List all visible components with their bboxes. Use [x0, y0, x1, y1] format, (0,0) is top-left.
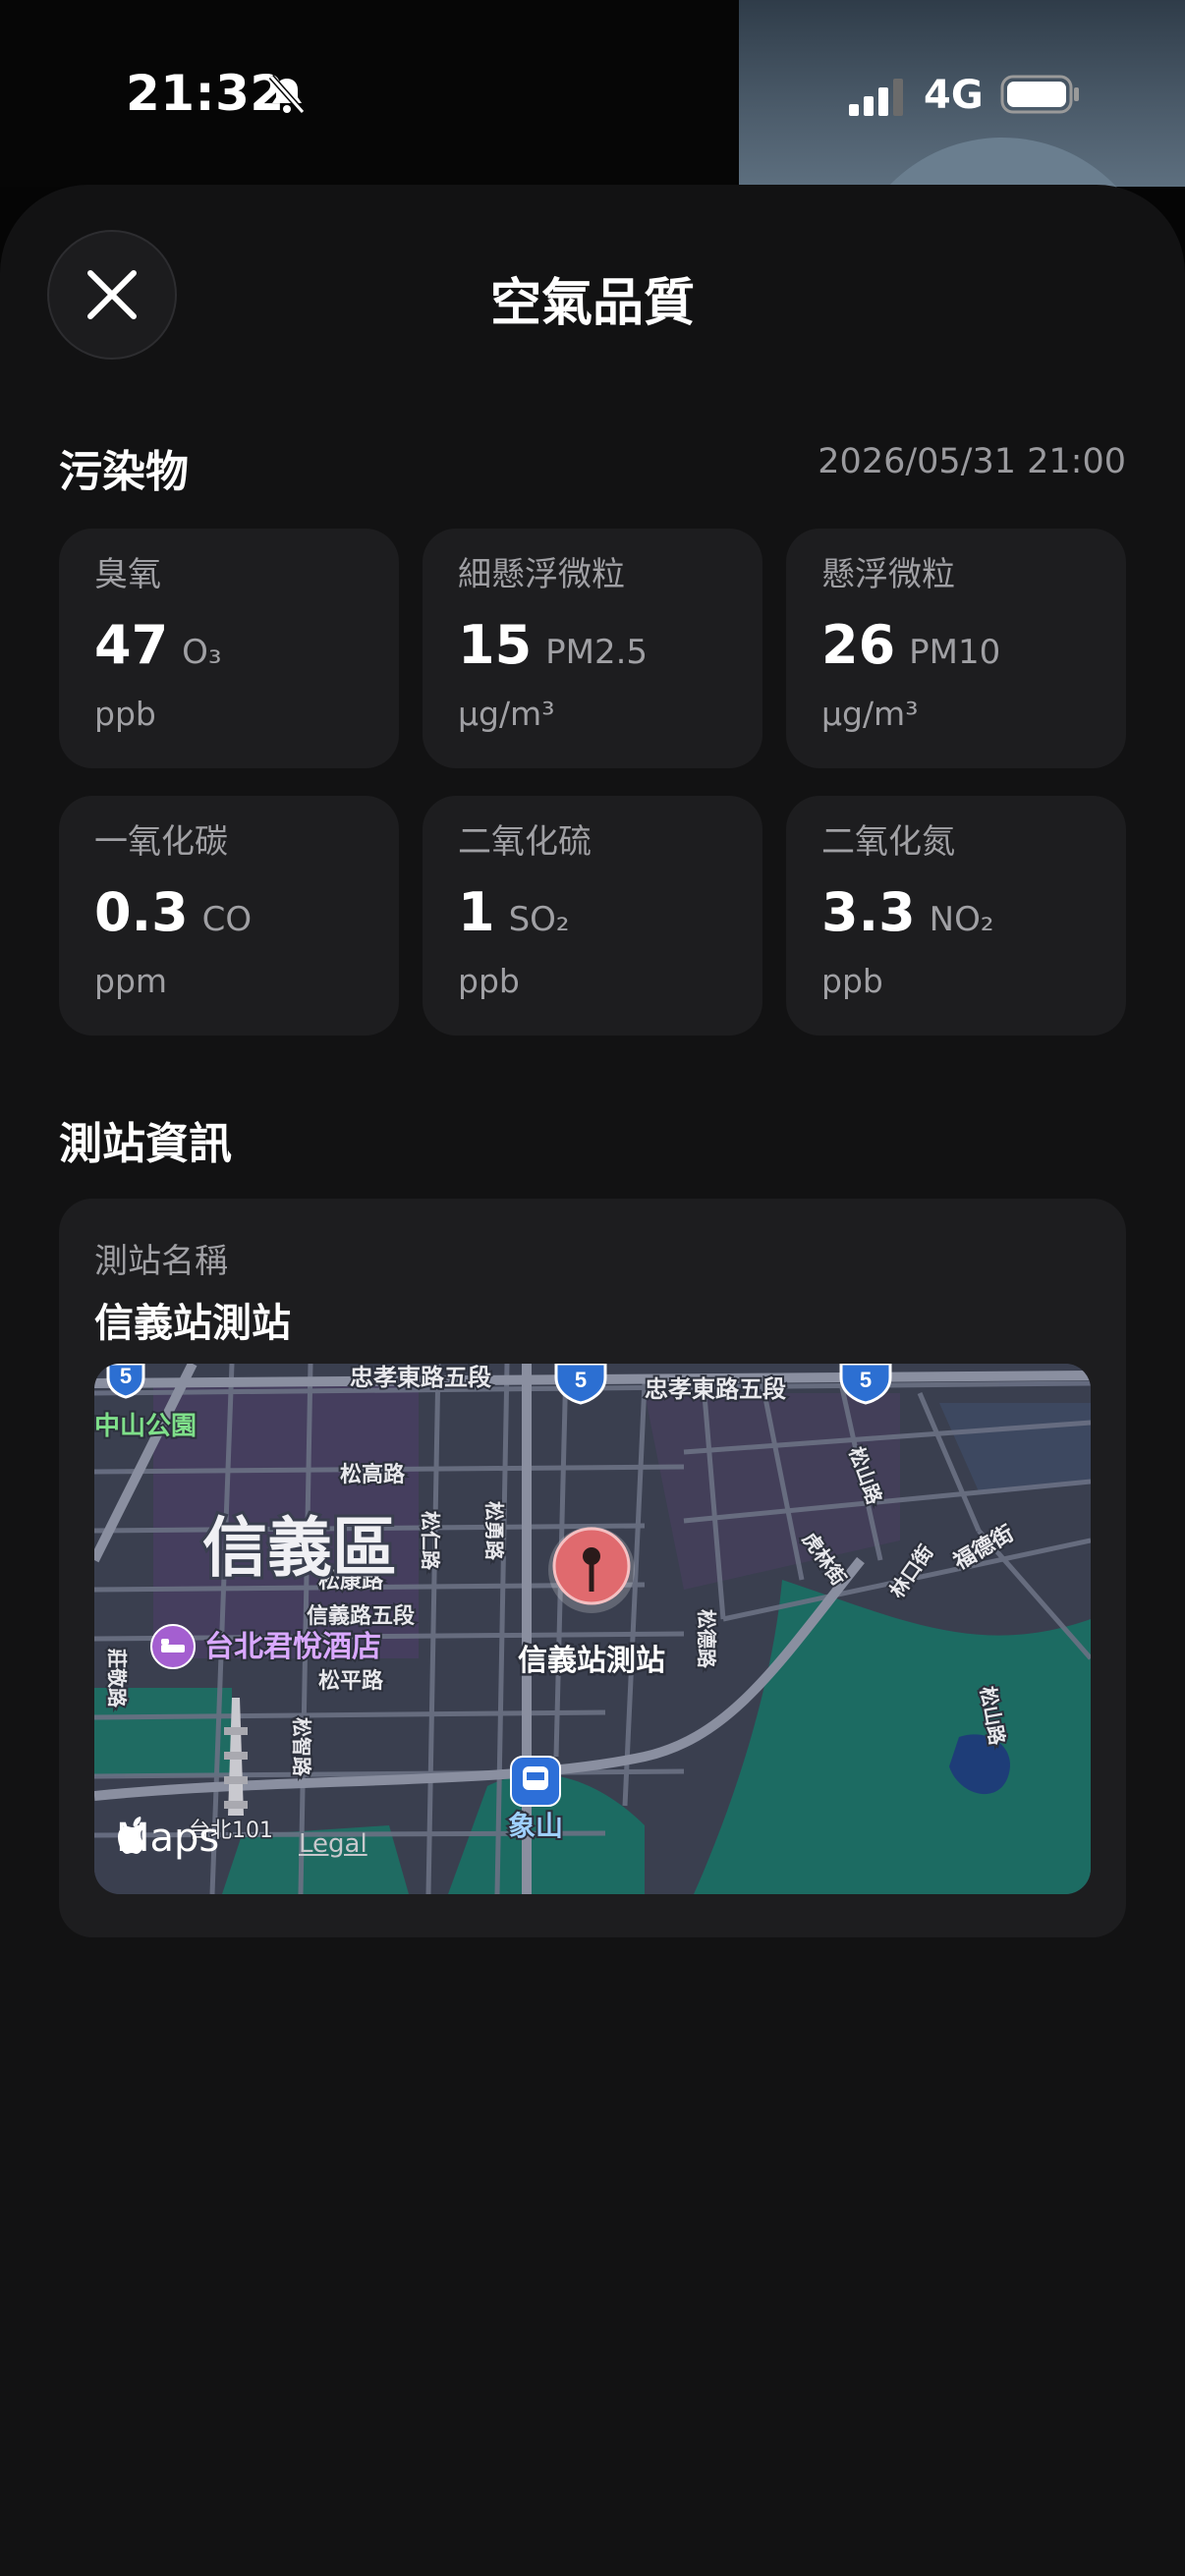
station-name: 信義站測站	[94, 1301, 291, 1346]
road-label: 松平路	[318, 1668, 384, 1694]
pollutant-card-pm10: 懸浮微粒 26 PM10 µg/m³	[786, 529, 1126, 768]
svg-text:5: 5	[860, 1368, 872, 1392]
metro-label: 象山	[508, 1810, 563, 1842]
svg-text:5: 5	[575, 1368, 587, 1392]
pollutant-value: 47	[94, 614, 169, 676]
pollutant-card-o3: 臭氧 47 O₃ ppb	[59, 529, 399, 768]
road-label: 松德路	[695, 1609, 718, 1669]
station-section-title: 測站資訊	[59, 1119, 232, 1169]
pollutant-formula: O₃	[182, 633, 222, 672]
pollutant-label: 二氧化硫	[458, 822, 592, 862]
pollutant-label: 臭氧	[94, 555, 161, 594]
pollutant-value: 15	[458, 614, 533, 676]
pollutant-formula: NO₂	[929, 900, 994, 939]
pollutant-unit: ppb	[458, 962, 520, 1000]
pollutant-value: 3.3	[821, 881, 916, 943]
pollutant-value: 26	[821, 614, 896, 676]
road-label: 松智路	[290, 1717, 313, 1777]
pollutant-card-pm25: 細懸浮微粒 15 PM2.5 µg/m³	[423, 529, 762, 768]
road-label: 松勇路	[482, 1501, 506, 1561]
apple-logo-icon	[118, 1817, 145, 1854]
pollutant-label: 一氧化碳	[94, 822, 228, 862]
road-label: 莊敬路	[105, 1649, 129, 1708]
pollutant-card-co: 一氧化碳 0.3 CO ppm	[59, 796, 399, 1036]
hotel-icon	[150, 1624, 196, 1669]
road-label: 松高路	[340, 1462, 406, 1487]
bell-slash-icon	[268, 75, 306, 114]
metro-icon	[510, 1756, 561, 1807]
cellular-signal-icon	[849, 79, 903, 116]
map-canvas: 5 5 5 忠孝東路五段 忠孝東路五段 松高路 松仁路 松勇路 松德路 松山路 …	[94, 1364, 1091, 1894]
station-pin-icon	[548, 1527, 635, 1613]
pollutant-formula: SO₂	[508, 900, 570, 939]
maps-brand: Maps	[116, 1816, 219, 1861]
pollutants-section-title: 污染物	[59, 447, 189, 497]
pollutant-formula: PM10	[909, 633, 1001, 672]
road-label: 信義路五段	[307, 1603, 415, 1629]
pollutant-unit: µg/m³	[458, 695, 555, 733]
battery-icon	[1000, 75, 1079, 114]
air-quality-sheet: 空氣品質 污染物 2026/05/31 21:00 臭氧 47 O₃ ppb 細…	[0, 185, 1185, 2576]
pollutant-label: 懸浮微粒	[821, 555, 955, 594]
station-pin-label: 信義站測站	[518, 1644, 665, 1678]
status-time: 21:32	[126, 65, 285, 122]
pollutant-formula: PM2.5	[545, 633, 649, 672]
station-map[interactable]: 5 5 5 忠孝東路五段 忠孝東路五段 松高路 松仁路 松勇路 松德路 松山路 …	[94, 1364, 1091, 1894]
pollutant-card-no2: 二氧化氮 3.3 NO₂ ppb	[786, 796, 1126, 1036]
district-label: 信義區	[202, 1510, 397, 1586]
pollutant-value: 1	[458, 881, 495, 943]
pollutant-unit: ppb	[94, 695, 156, 733]
pollutant-label: 二氧化氮	[821, 822, 955, 862]
park-label: 中山公園	[94, 1412, 197, 1441]
pollutant-unit: µg/m³	[821, 695, 919, 733]
network-type: 4G	[924, 73, 984, 118]
pollutant-unit: ppb	[821, 962, 883, 1000]
measurement-timestamp: 2026/05/31 21:00	[818, 442, 1126, 481]
map-legal-link[interactable]: Legal	[299, 1829, 367, 1859]
highway-shield: 5	[106, 1364, 145, 1399]
road-label: 松仁路	[419, 1511, 442, 1571]
station-name-label: 測站名稱	[94, 1242, 228, 1281]
station-card: 測站名稱 信義站測站 5 5 5 忠孝東路五段 忠孝東路五段 松高路 松仁路 松…	[59, 1199, 1126, 1937]
pollutant-card-so2: 二氧化硫 1 SO₂ ppb	[423, 796, 762, 1036]
road-label: 忠孝東路五段	[350, 1364, 491, 1391]
road-label: 忠孝東路五段	[645, 1375, 786, 1403]
sheet-title: 空氣品質	[489, 274, 695, 333]
pollutant-label: 細懸浮微粒	[458, 555, 625, 594]
pollutant-value: 0.3	[94, 881, 189, 943]
pollutant-unit: ppm	[94, 962, 168, 1000]
pollutant-formula: CO	[201, 900, 253, 939]
svg-text:5: 5	[120, 1364, 132, 1388]
hotel-label: 台北君悅酒店	[204, 1630, 381, 1664]
